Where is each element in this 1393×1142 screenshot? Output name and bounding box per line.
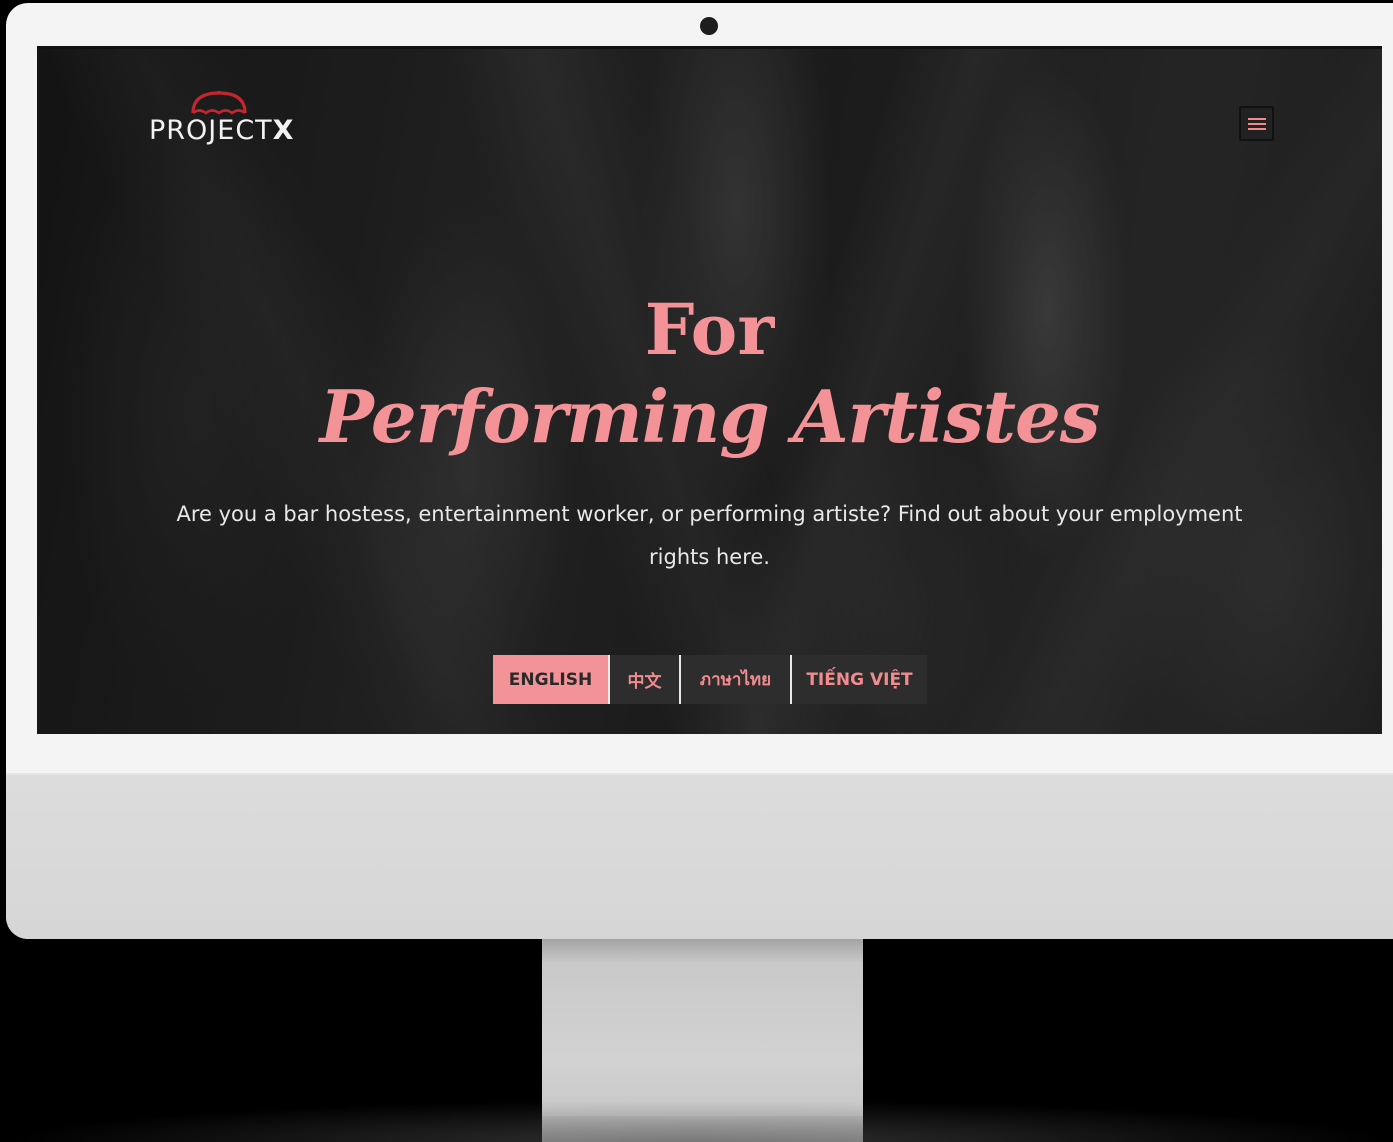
projectx-logo[interactable]: PROJECTX [147,89,317,159]
language-tab-thai[interactable]: ภาษาไทย [679,655,790,704]
language-tab-english[interactable]: ENGLISH [493,655,608,704]
hamburger-menu-icon-bar [1247,127,1266,130]
logo-text-main: PROJECT [149,115,273,146]
website-screen: PROJECTX For Performing Artistes Are you… [37,46,1382,734]
language-tab-chinese[interactable]: 中文 [608,655,679,704]
hamburger-menu-icon-bar [1247,117,1266,120]
monitor-chin [6,773,1393,939]
hero-subtitle: Are you a bar hostess, entertainment wor… [176,502,1243,569]
floor-reflection [0,1100,1393,1142]
language-tab-vietnamese[interactable]: TIẾNG VIỆT [790,655,927,704]
language-selector: ENGLISH 中文 ภาษาไทย TIẾNG VIỆT [493,655,927,704]
hero-title-line2: Performing Artistes [319,374,1101,459]
hero-title-line1: For [644,288,775,371]
hamburger-menu-button[interactable] [1239,106,1274,141]
hamburger-menu-icon-bar [1247,122,1266,125]
camera [700,17,718,35]
logo-text-x: X [272,115,295,146]
logo-text: PROJECTX [149,115,295,146]
